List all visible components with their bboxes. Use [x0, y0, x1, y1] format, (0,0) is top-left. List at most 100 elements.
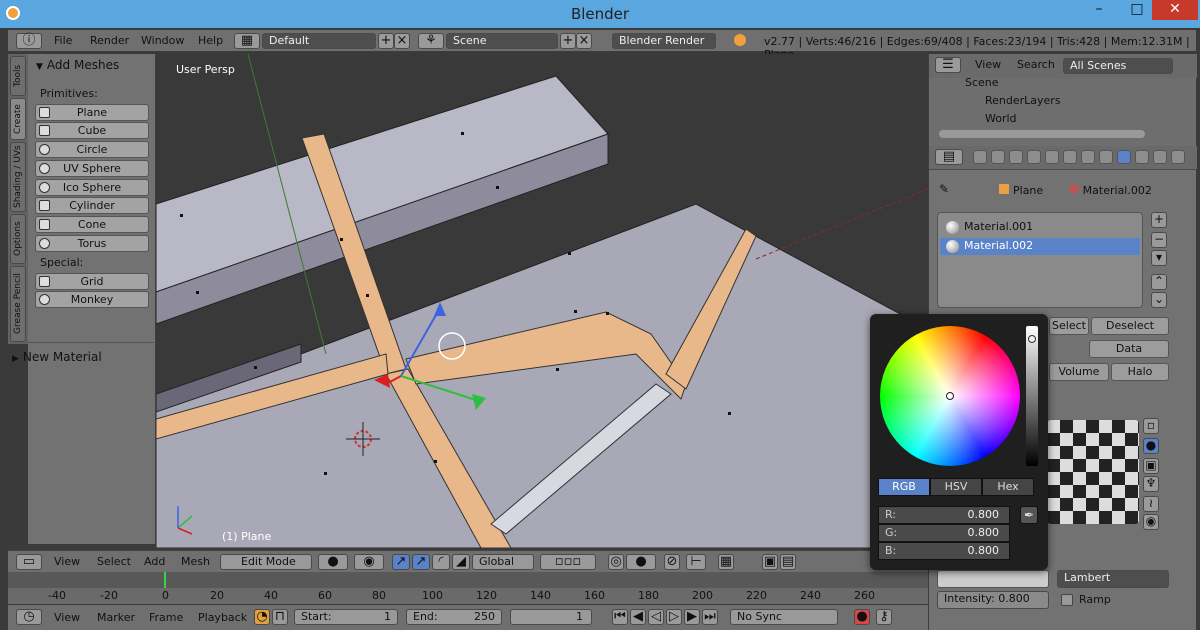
- add-uv-sphere-button[interactable]: UV Sphere: [35, 160, 149, 177]
- value-slider[interactable]: [1026, 326, 1038, 466]
- preview-hair-icon[interactable]: ≀: [1143, 496, 1159, 512]
- deselect-button[interactable]: Deselect: [1091, 317, 1169, 335]
- falloff-dropdown[interactable]: ●: [626, 554, 656, 570]
- render-engine-dropdown[interactable]: Blender Render: [612, 33, 716, 49]
- tab-shading-uvs[interactable]: Shading / UVs: [10, 142, 26, 212]
- add-circle-button[interactable]: Circle: [35, 141, 149, 158]
- timeline-strip[interactable]: [8, 572, 928, 588]
- preview-sphere-icon[interactable]: ●: [1143, 438, 1159, 454]
- add-grid-button[interactable]: Grid: [35, 273, 149, 290]
- scale-manipulator[interactable]: ◢: [452, 554, 470, 570]
- scene-tab-icon[interactable]: [1009, 150, 1023, 164]
- editor-type-3d-icon[interactable]: ▭: [16, 554, 42, 570]
- record-icon[interactable]: ◔: [254, 609, 270, 625]
- move-slot-up-button[interactable]: ⌃: [1151, 274, 1167, 290]
- particles-tab-icon[interactable]: [1153, 150, 1167, 164]
- delete-scene-button[interactable]: ×: [576, 33, 592, 49]
- preview-monkey-icon[interactable]: ♆: [1143, 476, 1159, 492]
- end-frame-field[interactable]: End: 250: [406, 609, 502, 625]
- modifiers-tab-icon[interactable]: [1081, 150, 1095, 164]
- jump-end-icon[interactable]: ⏭: [702, 609, 718, 625]
- play-icon[interactable]: ▷: [666, 609, 682, 625]
- shading-dropdown[interactable]: ●: [318, 554, 348, 570]
- menu-file[interactable]: File: [54, 34, 72, 47]
- snap-icon[interactable]: ⊘: [664, 554, 680, 570]
- value-slider-knob[interactable]: [1028, 335, 1036, 343]
- mode-rgb-tab[interactable]: RGB: [878, 478, 930, 496]
- outliner-filter-dropdown[interactable]: All Scenes: [1063, 58, 1173, 74]
- minimize-button[interactable]: –: [1086, 0, 1112, 20]
- add-scene-button[interactable]: +: [560, 33, 576, 49]
- menu-select[interactable]: Select: [97, 555, 131, 568]
- world-tab-icon[interactable]: [1027, 150, 1041, 164]
- pin-icon[interactable]: ✎: [939, 182, 949, 196]
- start-frame-field[interactable]: Start: 1: [294, 609, 398, 625]
- menu-add[interactable]: Add: [144, 555, 165, 568]
- menu-playback[interactable]: Playback: [198, 611, 247, 624]
- editor-type-properties-icon[interactable]: ▤: [935, 149, 963, 165]
- render-tab-icon[interactable]: [973, 150, 987, 164]
- add-torus-button[interactable]: Torus: [35, 235, 149, 252]
- jump-start-icon[interactable]: ⏮: [612, 609, 628, 625]
- scene-field[interactable]: Scene: [446, 33, 558, 49]
- 3d-viewport[interactable]: User Persp (1) Plane: [156, 54, 928, 548]
- texture-tab-icon[interactable]: [1135, 150, 1149, 164]
- delete-screen-button[interactable]: ×: [394, 33, 410, 49]
- remove-slot-button[interactable]: −: [1151, 232, 1167, 248]
- menu-window[interactable]: Window: [141, 34, 184, 47]
- tab-create[interactable]: Create: [10, 98, 26, 140]
- add-cone-button[interactable]: Cone: [35, 216, 149, 233]
- color-wheel-cursor[interactable]: [946, 392, 954, 400]
- add-cube-button[interactable]: Cube: [35, 122, 149, 139]
- preview-world-icon[interactable]: ◉: [1143, 514, 1159, 530]
- object-tab-icon[interactable]: [1045, 150, 1059, 164]
- close-button[interactable]: ✕: [1152, 0, 1198, 20]
- screen-layout-icon[interactable]: ▦: [234, 33, 260, 49]
- data-tab-icon[interactable]: [1099, 150, 1113, 164]
- add-monkey-button[interactable]: Monkey: [35, 291, 149, 308]
- diffuse-shader-dropdown[interactable]: Lambert: [1057, 570, 1169, 588]
- diffuse-color-swatch[interactable]: [937, 570, 1049, 588]
- mesh-select-icon[interactable]: ▦: [718, 554, 734, 570]
- blue-channel-field[interactable]: B: 0.800: [878, 542, 1010, 560]
- data-dropdown[interactable]: Data: [1089, 340, 1169, 358]
- outliner-item-renderlayers[interactable]: RenderLayers: [985, 94, 1061, 107]
- outliner-item-scene[interactable]: Scene: [965, 76, 999, 89]
- mode-hex-tab[interactable]: Hex: [982, 478, 1034, 496]
- scene-icon[interactable]: ⚘: [418, 33, 444, 49]
- lock-icon[interactable]: ⊓: [272, 609, 288, 625]
- current-frame-field[interactable]: 1: [510, 609, 592, 625]
- add-cylinder-button[interactable]: Cylinder: [35, 197, 149, 214]
- intensity-slider[interactable]: Intensity: 0.800: [937, 591, 1049, 609]
- slot-specials-button[interactable]: ▾: [1151, 250, 1167, 266]
- current-frame-marker[interactable]: [164, 572, 166, 588]
- rotate-manipulator[interactable]: ◜: [432, 554, 450, 570]
- pivot-dropdown[interactable]: ◉: [354, 554, 384, 570]
- move-slot-down-button[interactable]: ⌄: [1151, 292, 1167, 308]
- tab-grease-pencil[interactable]: Grease Pencil: [10, 266, 26, 342]
- menu-view[interactable]: View: [54, 555, 80, 568]
- keying-set-icon[interactable]: ⚷: [876, 609, 892, 625]
- preview-cube-icon[interactable]: ▣: [1143, 458, 1159, 474]
- material-slot-selected[interactable]: Material.002: [940, 238, 1140, 255]
- red-channel-field[interactable]: R: 0.800: [878, 506, 1010, 524]
- render-anim-icon[interactable]: ▤: [780, 554, 796, 570]
- menu-help[interactable]: Help: [198, 34, 223, 47]
- select-button[interactable]: Select: [1049, 317, 1089, 335]
- tab-halo[interactable]: Halo: [1111, 363, 1169, 381]
- sync-dropdown[interactable]: No Sync: [730, 609, 838, 625]
- outliner-item-world[interactable]: World: [985, 112, 1017, 125]
- render-still-icon[interactable]: ▣: [762, 554, 778, 570]
- maximize-button[interactable]: □: [1124, 0, 1150, 20]
- snap-element-icon[interactable]: ⊢: [686, 554, 706, 570]
- menu-frame[interactable]: Frame: [149, 611, 183, 624]
- add-slot-button[interactable]: +: [1151, 212, 1167, 228]
- menu-marker[interactable]: Marker: [97, 611, 135, 624]
- render-layers-tab-icon[interactable]: [991, 150, 1005, 164]
- layer-buttons[interactable]: ▫▫▫: [540, 554, 596, 570]
- add-plane-button[interactable]: Plane: [35, 104, 149, 121]
- next-keyframe-icon[interactable]: ▶: [684, 609, 700, 625]
- menu-timeline-view[interactable]: View: [54, 611, 80, 624]
- editor-type-outliner-icon[interactable]: ☰: [935, 57, 961, 73]
- eyedropper-icon[interactable]: ✒: [1020, 506, 1038, 524]
